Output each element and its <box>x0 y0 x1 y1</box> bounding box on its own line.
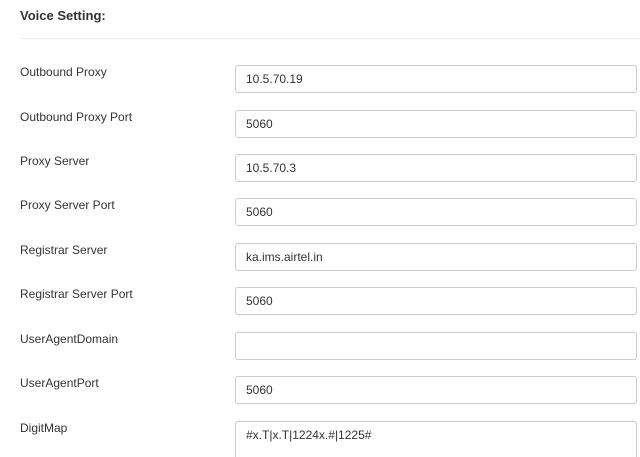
user-agent-domain-label: UserAgentDomain <box>20 332 119 346</box>
proxy-server-row: Proxy Server <box>0 154 640 184</box>
section-divider <box>20 38 640 39</box>
digit-map-row: DigitMap #x.T|x.T|1224x.#|1225# <box>0 421 640 457</box>
registrar-server-label: Registrar Server <box>20 243 108 257</box>
registrar-server-port-label: Registrar Server Port <box>20 287 133 301</box>
outbound-proxy-input[interactable] <box>235 65 637 93</box>
user-agent-port-label: UserAgentPort <box>20 376 99 390</box>
outbound-proxy-port-input[interactable] <box>235 110 637 138</box>
outbound-proxy-port-label: Outbound Proxy Port <box>20 110 133 124</box>
proxy-server-port-label: Proxy Server Port <box>20 198 115 212</box>
digit-map-label: DigitMap <box>20 421 68 435</box>
digit-map-textarea[interactable]: #x.T|x.T|1224x.#|1225# <box>235 421 637 457</box>
outbound-proxy-label: Outbound Proxy <box>20 65 107 79</box>
registrar-server-port-row: Registrar Server Port <box>0 287 640 317</box>
registrar-server-port-input[interactable] <box>235 287 637 315</box>
proxy-server-port-row: Proxy Server Port <box>0 198 640 228</box>
user-agent-port-input[interactable] <box>235 376 637 404</box>
proxy-server-input[interactable] <box>235 154 637 182</box>
proxy-server-label: Proxy Server <box>20 154 90 168</box>
user-agent-domain-input[interactable] <box>235 332 637 360</box>
proxy-server-port-input[interactable] <box>235 198 637 226</box>
registrar-server-input[interactable] <box>235 243 637 271</box>
outbound-proxy-port-row: Outbound Proxy Port <box>0 110 640 140</box>
user-agent-domain-row: UserAgentDomain <box>0 332 640 362</box>
outbound-proxy-row: Outbound Proxy <box>0 65 640 95</box>
section-title: Voice Setting: <box>20 8 106 23</box>
user-agent-port-row: UserAgentPort <box>0 376 640 406</box>
registrar-server-row: Registrar Server <box>0 243 640 273</box>
